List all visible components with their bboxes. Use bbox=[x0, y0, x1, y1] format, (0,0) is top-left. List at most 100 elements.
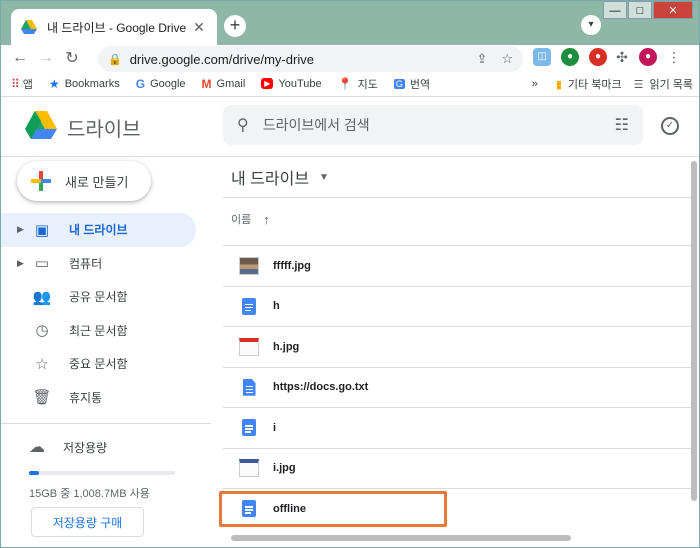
star-icon: ★ bbox=[48, 76, 60, 91]
sidebar-item-trash[interactable]: 🗑 휴지통 bbox=[1, 381, 211, 415]
sidebar-item-label: 내 드라이브 bbox=[69, 223, 128, 238]
file-row[interactable]: offline bbox=[219, 488, 691, 529]
browser-tab[interactable]: 내 드라이브 - Google Drive ✕ bbox=[11, 9, 217, 45]
search-icon[interactable]: ⚲ bbox=[237, 115, 249, 135]
drive-search-box[interactable]: ⚲ 드라이브에서 검색 ☷ bbox=[223, 105, 643, 145]
sidebar-item-label: 휴지통 bbox=[69, 390, 103, 405]
image-thumbnail-icon bbox=[239, 256, 259, 276]
file-row[interactable]: i.jpg bbox=[223, 447, 691, 489]
search-options-icon[interactable]: ☷ bbox=[615, 115, 629, 135]
browser-window: 내 드라이브 - Google Drive ✕ + ▾ — □ ✕ ← → ↻ … bbox=[0, 0, 700, 548]
text-file-icon bbox=[239, 377, 259, 397]
computers-icon: ▭ bbox=[34, 255, 50, 273]
expand-arrow-icon[interactable]: ▶ bbox=[17, 224, 31, 235]
drive-app-name[interactable]: 드라이브 bbox=[67, 113, 141, 142]
sidebar-item-my-drive[interactable]: ▶ ▣ 내 드라이브 bbox=[1, 213, 196, 247]
sidebar-item-starred[interactable]: ☆ 중요 문서함 bbox=[1, 347, 211, 381]
url-text: drive.google.com/drive/my-drive bbox=[129, 51, 314, 67]
buy-storage-button[interactable]: 저장용량 구매 bbox=[31, 507, 144, 537]
tab-close-icon[interactable]: ✕ bbox=[191, 19, 207, 36]
file-name: https://docs.go.txt bbox=[273, 381, 369, 394]
chevron-down-icon: ▼ bbox=[319, 171, 329, 183]
sidebar-nav: ▶ ▣ 내 드라이브 ▶ ▭ 컴퓨터 👥 공유 문서함 ◷ 최근 문서함 ☆ 중… bbox=[1, 213, 211, 414]
sidebar-item-recent[interactable]: ◷ 최근 문서함 bbox=[1, 314, 211, 348]
extension-red-icon[interactable]: ● bbox=[589, 48, 607, 66]
address-bar[interactable]: 🔒 drive.google.com/drive/my-drive ⇪ ☆ bbox=[98, 46, 523, 72]
reload-button[interactable]: ↻ bbox=[61, 48, 83, 68]
reading-list[interactable]: 읽기 목록 bbox=[649, 76, 693, 92]
bookmark-google[interactable]: G Google bbox=[136, 77, 186, 91]
google-doc-icon bbox=[239, 418, 259, 438]
extensions-puzzle-icon[interactable]: ✣ bbox=[613, 48, 631, 66]
storage-bar bbox=[29, 471, 175, 475]
horizontal-scrollbar[interactable] bbox=[231, 535, 571, 541]
file-row[interactable]: https://docs.go.txt bbox=[223, 366, 691, 408]
sidebar-item-shared[interactable]: 👥 공유 문서함 bbox=[1, 280, 211, 314]
storage-header[interactable]: ☁ 저장용량 bbox=[29, 437, 175, 457]
search-input[interactable]: 드라이브에서 검색 bbox=[263, 115, 615, 135]
lock-icon[interactable]: 🔒 bbox=[108, 53, 122, 66]
drive-header: 드라이브 ⚲ 드라이브에서 검색 ☷ ✓ bbox=[1, 97, 699, 157]
close-window-button[interactable]: ✕ bbox=[653, 1, 693, 19]
maps-pin-icon: 📍 bbox=[337, 76, 353, 91]
bookmark-bookmarks[interactable]: ★ Bookmarks bbox=[49, 77, 120, 91]
page-title-text: 내 드라이브 bbox=[231, 171, 310, 188]
menu-kebab-icon[interactable]: ⋮ bbox=[665, 48, 683, 66]
shared-icon: 👥 bbox=[32, 288, 52, 306]
profile-avatar[interactable]: ● bbox=[639, 48, 657, 66]
title-divider bbox=[223, 197, 691, 198]
sidebar-item-computers[interactable]: ▶ ▭ 컴퓨터 bbox=[1, 247, 211, 281]
storage-bar-fill bbox=[29, 471, 39, 475]
maximize-button[interactable]: □ bbox=[628, 1, 652, 19]
column-header-name[interactable]: 이름 ↑ bbox=[231, 211, 270, 227]
window-controls: — □ ✕ bbox=[602, 1, 693, 19]
page-title[interactable]: 내 드라이브 ▼ bbox=[231, 165, 329, 189]
image-thumbnail-icon bbox=[239, 337, 259, 357]
storage-label: 저장용량 bbox=[63, 440, 108, 455]
bookmark-apps[interactable]: ⠿ 앱 bbox=[11, 76, 33, 92]
bookmark-star-icon[interactable]: ☆ bbox=[501, 51, 513, 67]
file-row[interactable]: h bbox=[223, 285, 691, 327]
google-icon: G bbox=[135, 76, 146, 91]
column-header-label: 이름 bbox=[231, 214, 252, 226]
drive-logo-icon[interactable] bbox=[25, 111, 57, 139]
bookmark-translate[interactable]: G 번역 bbox=[393, 76, 430, 92]
tab-search-button[interactable]: ▾ bbox=[581, 15, 601, 35]
new-button-label: 새로 만들기 bbox=[65, 174, 129, 190]
extension-icon[interactable]: ◫ bbox=[533, 48, 551, 66]
forward-button[interactable]: → bbox=[35, 49, 57, 67]
bookmark-gmail[interactable]: M Gmail bbox=[202, 77, 246, 91]
google-doc-icon bbox=[239, 296, 259, 316]
new-tab-button[interactable]: + bbox=[224, 15, 246, 37]
bookmarks-more-button[interactable]: » bbox=[532, 78, 538, 90]
vertical-scrollbar[interactable] bbox=[691, 161, 697, 501]
apps-grid-icon: ⠿ bbox=[11, 76, 20, 91]
file-row[interactable]: fffff.jpg bbox=[223, 245, 691, 286]
offline-ready-icon[interactable]: ✓ bbox=[661, 117, 679, 135]
back-button[interactable]: ← bbox=[9, 49, 31, 67]
new-button[interactable]: 새로 만들기 bbox=[17, 161, 151, 201]
trash-icon: 🗑 bbox=[32, 389, 52, 407]
sort-arrow-up-icon[interactable]: ↑ bbox=[263, 212, 270, 227]
tab-title: 내 드라이브 - Google Drive bbox=[47, 20, 187, 35]
cloud-icon: ☁ bbox=[29, 439, 45, 456]
share-icon[interactable]: ⇪ bbox=[476, 51, 487, 67]
youtube-icon: ▶ bbox=[261, 78, 274, 89]
expand-arrow-icon[interactable]: ▶ bbox=[17, 258, 31, 269]
folder-icon: ▮ bbox=[555, 78, 562, 91]
file-row[interactable]: i bbox=[223, 407, 691, 448]
other-bookmarks[interactable]: 기타 북마크 bbox=[568, 76, 622, 92]
tab-strip: 내 드라이브 - Google Drive ✕ + ▾ — □ ✕ bbox=[1, 1, 699, 45]
file-name: fffff.jpg bbox=[273, 259, 311, 272]
sidebar-item-label: 컴퓨터 bbox=[69, 256, 103, 271]
plus-icon bbox=[31, 171, 51, 191]
file-row[interactable]: h.jpg bbox=[223, 326, 691, 367]
sidebar-item-label: 최근 문서함 bbox=[69, 323, 128, 338]
bookmark-youtube[interactable]: ▶ YouTube bbox=[261, 78, 322, 90]
extension-green-icon[interactable]: ● bbox=[561, 48, 579, 66]
star-icon: ☆ bbox=[35, 355, 49, 373]
minimize-button[interactable]: — bbox=[603, 1, 627, 19]
gmail-icon: M bbox=[201, 76, 212, 91]
storage-section: ☁ 저장용량 15GB 중 1,008.7MB 사용 bbox=[29, 437, 175, 501]
bookmark-maps[interactable]: 📍 지도 bbox=[338, 76, 378, 92]
